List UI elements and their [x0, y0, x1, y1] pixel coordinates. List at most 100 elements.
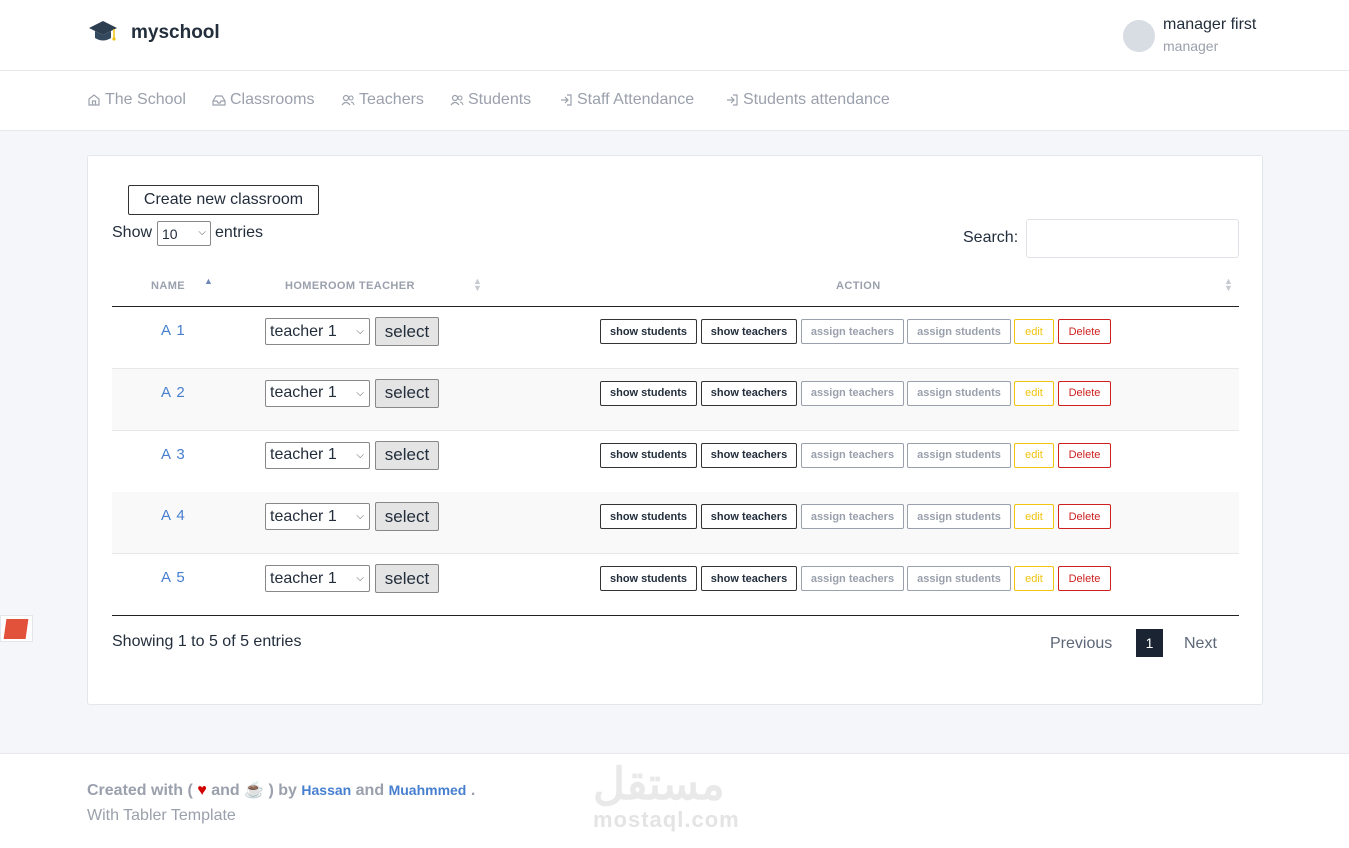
- show-teachers-button[interactable]: show teachers: [701, 504, 797, 530]
- column-header-action[interactable]: ACTION: [836, 280, 881, 292]
- homeroom-teacher-select[interactable]: teacher 1 ⌵: [265, 441, 370, 469]
- delete-button[interactable]: Delete: [1058, 566, 1111, 592]
- show-students-button[interactable]: show students: [600, 380, 697, 406]
- assign-teachers-button[interactable]: assign teachers: [801, 504, 904, 530]
- show-teachers-button[interactable]: show teachers: [701, 566, 797, 592]
- teacher-select-value: teacher 1: [270, 507, 337, 525]
- show-teachers-button[interactable]: show teachers: [701, 442, 797, 468]
- select-teacher-button[interactable]: select: [375, 317, 439, 346]
- chevron-down-icon: ⌵: [356, 511, 364, 523]
- show-teachers-button[interactable]: show teachers: [701, 319, 797, 344]
- show-students-button[interactable]: show students: [600, 442, 697, 468]
- select-teacher-button[interactable]: select: [375, 378, 439, 408]
- chevron-down-icon: ⌵: [198, 227, 206, 238]
- graduation-cap-icon[interactable]: [88, 19, 118, 45]
- show-students-button[interactable]: show students: [600, 566, 697, 592]
- nav-item-students-attendance[interactable]: Students attendance: [725, 91, 890, 109]
- assign-students-button[interactable]: assign students: [907, 504, 1011, 530]
- side-feedback-widget[interactable]: [0, 615, 33, 642]
- select-teacher-button[interactable]: select: [375, 502, 439, 532]
- assign-students-button[interactable]: assign students: [907, 380, 1011, 406]
- show-label: Show: [112, 224, 153, 241]
- sort-ascending-icon[interactable]: ▲: [204, 276, 213, 286]
- assign-teachers-button[interactable]: assign teachers: [801, 380, 904, 406]
- nav-label: Students attendance: [743, 91, 890, 108]
- delete-button[interactable]: Delete: [1058, 319, 1111, 344]
- footer-by: ) by: [268, 782, 297, 799]
- top-header: myschool manager first manager: [0, 0, 1349, 71]
- assign-students-button[interactable]: assign students: [907, 319, 1011, 344]
- nav-item-teachers[interactable]: Teachers: [341, 91, 424, 109]
- pagination-page-1[interactable]: 1: [1136, 629, 1163, 657]
- inbox-icon: [212, 95, 226, 106]
- nav-item-the-school[interactable]: The School: [87, 91, 186, 109]
- delete-button[interactable]: Delete: [1058, 442, 1111, 468]
- widget-logo-icon: [3, 619, 29, 639]
- nav-item-students[interactable]: Students: [450, 91, 531, 109]
- teacher-select-value: teacher 1: [270, 322, 337, 340]
- edit-button[interactable]: edit: [1014, 319, 1054, 344]
- user-name[interactable]: manager first: [1163, 16, 1256, 34]
- classroom-name-link[interactable]: A 2: [161, 384, 186, 401]
- show-teachers-button[interactable]: show teachers: [701, 380, 797, 406]
- nav-label: Classrooms: [230, 91, 315, 108]
- nav-label: Staff Attendance: [577, 91, 695, 108]
- pagination-next[interactable]: Next: [1184, 635, 1217, 653]
- chevron-down-icon: ⌵: [356, 326, 364, 337]
- show-students-button[interactable]: show students: [600, 504, 697, 530]
- nav-item-classrooms[interactable]: Classrooms: [212, 91, 314, 109]
- heart-icon: ♥: [197, 782, 207, 799]
- select-teacher-button[interactable]: select: [375, 564, 439, 594]
- users-icon: [341, 94, 355, 106]
- brand-name[interactable]: myschool: [131, 22, 220, 44]
- homeroom-teacher-select[interactable]: teacher 1 ⌵: [265, 379, 370, 407]
- classroom-name-link[interactable]: A 4: [161, 507, 186, 524]
- table-row: A 3 teacher 1 ⌵ select show students show tea…: [112, 431, 1239, 493]
- table-row: A 1 teacher 1 ⌵ select show students show tea…: [112, 307, 1239, 369]
- teacher-select-value: teacher 1: [270, 384, 337, 402]
- table-row: A 5 teacher 1 ⌵ select show students show tea…: [112, 554, 1239, 617]
- assign-teachers-button[interactable]: assign teachers: [801, 566, 904, 592]
- footer: مستقل mostaql.com Created with ( ♥ and ☕…: [0, 753, 1349, 848]
- entries-label: entries: [215, 224, 264, 241]
- homeroom-teacher-select[interactable]: teacher 1 ⌵: [265, 565, 370, 593]
- footer-created-with: Created with (: [87, 782, 193, 799]
- assign-teachers-button[interactable]: assign teachers: [801, 319, 904, 344]
- nav-item-staff-attendance[interactable]: Staff Attendance: [559, 91, 694, 109]
- edit-button[interactable]: edit: [1014, 442, 1054, 468]
- footer-period: .: [470, 782, 476, 799]
- delete-button[interactable]: Delete: [1058, 504, 1111, 530]
- entries-per-page-select[interactable]: 10 ⌵: [157, 221, 211, 246]
- author-link-hassan[interactable]: Hassan: [301, 782, 351, 798]
- create-classroom-button[interactable]: Create new classroom: [128, 185, 319, 215]
- sort-icon[interactable]: ▲ ▼: [473, 277, 482, 293]
- footer-and: and: [211, 782, 240, 799]
- chevron-down-icon: ⌵: [356, 573, 364, 585]
- homeroom-teacher-select[interactable]: teacher 1 ⌵: [265, 318, 370, 345]
- sort-icon[interactable]: ▲ ▼: [1224, 277, 1233, 293]
- table-row: A 4 teacher 1 ⌵ select show students show tea…: [112, 492, 1239, 555]
- column-header-homeroom-teacher[interactable]: HOMEROOM TEACHER: [285, 280, 415, 292]
- edit-button[interactable]: edit: [1014, 380, 1054, 406]
- edit-button[interactable]: edit: [1014, 566, 1054, 592]
- homeroom-teacher-select[interactable]: teacher 1 ⌵: [265, 503, 370, 531]
- classroom-name-link[interactable]: A 3: [161, 446, 186, 463]
- select-teacher-button[interactable]: select: [375, 440, 439, 470]
- delete-button[interactable]: Delete: [1058, 380, 1111, 406]
- show-students-button[interactable]: show students: [600, 319, 697, 344]
- log-in-icon: [727, 94, 738, 106]
- footer-and: and: [355, 782, 385, 799]
- avatar[interactable]: [1123, 20, 1155, 52]
- watermark-arabic: مستقل: [593, 760, 725, 809]
- main-nav: The School Classrooms Teachers Students …: [0, 71, 1349, 131]
- assign-students-button[interactable]: assign students: [907, 566, 1011, 592]
- assign-teachers-button[interactable]: assign teachers: [801, 442, 904, 468]
- edit-button[interactable]: edit: [1014, 504, 1054, 530]
- column-header-name[interactable]: NAME: [151, 280, 185, 292]
- assign-students-button[interactable]: assign students: [907, 442, 1011, 468]
- classroom-name-link[interactable]: A 1: [161, 322, 186, 339]
- author-link-muahmmed[interactable]: Muahmmed: [389, 782, 467, 798]
- classroom-name-link[interactable]: A 5: [161, 569, 186, 586]
- search-input[interactable]: [1026, 219, 1239, 258]
- pagination-previous[interactable]: Previous: [1050, 635, 1112, 653]
